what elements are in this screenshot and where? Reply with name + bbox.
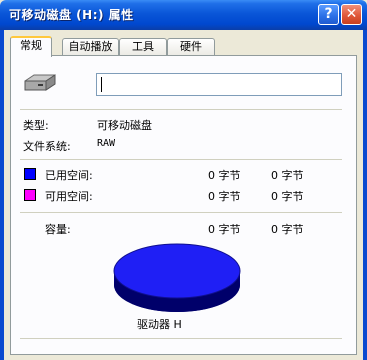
type-value: 可移动磁盘 — [97, 119, 152, 132]
capacity-bytes: 0 字节 — [208, 223, 241, 236]
tab-tools[interactable]: 工具 — [119, 38, 167, 55]
type-label: 类型: — [23, 119, 49, 132]
window-title: 可移动磁盘 (H:) 属性 — [9, 8, 134, 22]
free-space-size: 0 字节 — [271, 190, 304, 203]
divider — [20, 338, 342, 339]
free-space-bytes: 0 字节 — [208, 190, 241, 203]
free-space-label: 可用空间: — [45, 190, 93, 203]
used-space-bytes: 0 字节 — [208, 169, 241, 182]
drive-name-input[interactable] — [96, 73, 342, 96]
pie-top — [113, 243, 241, 299]
tab-hardware[interactable]: 硬件 — [167, 38, 215, 55]
free-space-swatch — [24, 189, 36, 201]
filesystem-value: RAW — [97, 138, 116, 149]
tab-autoplay[interactable]: 自动播放 — [62, 38, 119, 55]
title-bar[interactable]: 可移动磁盘 (H:) 属性 ? ✕ — [0, 0, 367, 30]
used-space-swatch — [24, 168, 36, 180]
used-space-label: 已用空间: — [45, 169, 93, 182]
capacity-label: 容量: — [45, 223, 71, 236]
divider — [20, 159, 342, 160]
filesystem-label: 文件系统: — [23, 140, 71, 153]
help-button[interactable]: ? — [318, 4, 339, 25]
close-button[interactable]: ✕ — [341, 4, 362, 25]
properties-window: 可移动磁盘 (H:) 属性 ? ✕ 常规 自动播放 工具 硬件 类型: 可移动磁… — [0, 0, 367, 360]
window-frame-left — [0, 30, 4, 360]
drive-caption: 驱动器 H — [137, 318, 182, 331]
capacity-size: 0 字节 — [271, 223, 304, 236]
removable-drive-icon — [24, 74, 56, 91]
used-space-size: 0 字节 — [271, 169, 304, 182]
text-caret — [101, 77, 102, 92]
divider — [20, 109, 342, 110]
disk-usage-pie — [113, 243, 241, 312]
tab-general[interactable]: 常规 — [10, 36, 52, 57]
divider — [20, 212, 342, 213]
window-frame-right — [363, 30, 367, 360]
